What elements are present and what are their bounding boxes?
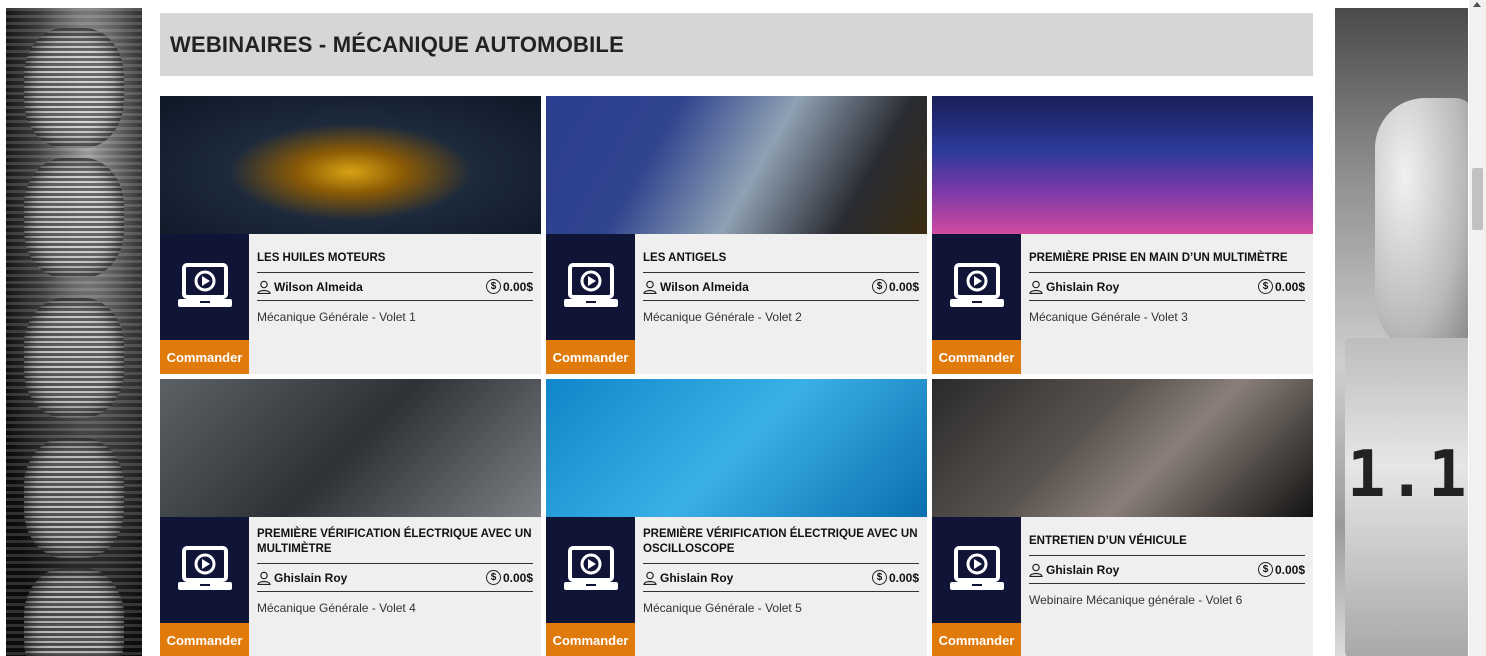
webinar-title[interactable]: LES ANTIGELS bbox=[643, 244, 919, 273]
video-laptop-icon bbox=[932, 517, 1021, 623]
commander-button[interactable]: Commander bbox=[932, 623, 1021, 656]
webinar-card[interactable]: Commander ENTRETIEN D’UN VÉHICULE Ghisla… bbox=[932, 379, 1313, 656]
webinar-card[interactable]: Commander LES HUILES MOTEURS Wilson Alme… bbox=[160, 96, 541, 374]
webinar-title[interactable]: LES HUILES MOTEURS bbox=[257, 244, 533, 273]
dollar-coin-icon: $ bbox=[1257, 279, 1273, 294]
commander-button[interactable]: Commander bbox=[160, 340, 249, 374]
webinar-author: Ghislain Roy bbox=[1029, 563, 1119, 577]
belt-ring-decor bbox=[24, 158, 124, 278]
webinar-author: Ghislain Roy bbox=[257, 571, 347, 585]
webinar-title[interactable]: ENTRETIEN D’UN VÉHICULE bbox=[1029, 527, 1305, 556]
webinar-author: Wilson Almeida bbox=[257, 280, 363, 294]
user-icon bbox=[643, 280, 657, 294]
engine-oil-image[interactable] bbox=[160, 96, 541, 234]
section-header: WEBINAIRES - MÉCANIQUE AUTOMOBILE bbox=[160, 13, 1313, 76]
webinar-title[interactable]: PREMIÈRE VÉRIFICATION ÉLECTRIQUE AVEC UN… bbox=[257, 527, 533, 564]
user-icon bbox=[1029, 280, 1043, 294]
user-icon bbox=[257, 571, 271, 585]
webinar-card[interactable]: Commander LES ANTIGELS Wilson Almeida $ … bbox=[546, 96, 927, 374]
video-laptop-icon bbox=[932, 234, 1021, 340]
user-icon bbox=[257, 280, 271, 294]
dollar-coin-icon: $ bbox=[485, 279, 501, 294]
video-laptop-icon bbox=[546, 234, 635, 340]
webinar-price: $ 0.00$ bbox=[871, 570, 919, 585]
dollar-coin-icon: $ bbox=[871, 279, 887, 294]
webinar-category: Mécanique Générale - Volet 5 bbox=[643, 601, 802, 615]
glove-decor bbox=[1375, 98, 1468, 358]
webinar-category: Mécanique Générale - Volet 2 bbox=[643, 310, 802, 324]
scrollbar-thumb[interactable] bbox=[1472, 168, 1483, 230]
webinar-title[interactable]: PREMIÈRE VÉRIFICATION ÉLECTRIQUE AVEC UN… bbox=[643, 527, 919, 564]
webinar-card[interactable]: Commander PREMIÈRE VÉRIFICATION ÉLECTRIQ… bbox=[546, 379, 927, 656]
webinar-price: $ 0.00$ bbox=[485, 570, 533, 585]
commander-button[interactable]: Commander bbox=[160, 623, 249, 656]
webinar-title[interactable]: PREMIÈRE PRISE EN MAIN D’UN MULTIMÈTRE bbox=[1029, 244, 1305, 273]
electrical-check-image[interactable] bbox=[160, 379, 541, 517]
video-laptop-icon bbox=[160, 517, 249, 623]
webinar-category: Mécanique Générale - Volet 3 bbox=[1029, 310, 1188, 324]
left-decorative-image bbox=[6, 8, 142, 656]
webinar-category: Webinaire Mécanique générale - Volet 6 bbox=[1029, 593, 1243, 607]
webinar-grid: Commander LES HUILES MOTEURS Wilson Alme… bbox=[160, 96, 1313, 656]
webinar-price: $ 0.00$ bbox=[1257, 279, 1305, 294]
webinar-price: $ 0.00$ bbox=[1257, 562, 1305, 577]
webinar-author: Ghislain Roy bbox=[1029, 280, 1119, 294]
webinar-category: Mécanique Générale - Volet 4 bbox=[257, 601, 416, 615]
user-icon bbox=[643, 571, 657, 585]
belt-ring-decor bbox=[24, 28, 124, 148]
right-decorative-image: 1.10 bbox=[1335, 8, 1468, 656]
video-laptop-icon bbox=[160, 234, 249, 340]
main-content: WEBINAIRES - MÉCANIQUE AUTOMOBILE Comman… bbox=[160, 13, 1313, 656]
video-laptop-icon bbox=[546, 517, 635, 623]
commander-button[interactable]: Commander bbox=[546, 340, 635, 374]
commander-button[interactable]: Commander bbox=[932, 340, 1021, 374]
section-title: WEBINAIRES - MÉCANIQUE AUTOMOBILE bbox=[170, 31, 624, 57]
antifreeze-image[interactable] bbox=[546, 96, 927, 234]
belt-ring-decor bbox=[24, 568, 124, 656]
webinar-card[interactable]: Commander PREMIÈRE VÉRIFICATION ÉLECTRIQ… bbox=[160, 379, 541, 656]
dollar-coin-icon: $ bbox=[1257, 562, 1273, 577]
meter-reading: 1.10 bbox=[1347, 438, 1468, 512]
commander-button[interactable]: Commander bbox=[546, 623, 635, 656]
dollar-coin-icon: $ bbox=[485, 570, 501, 585]
webinar-category: Mécanique Générale - Volet 1 bbox=[257, 310, 416, 324]
vehicle-maintenance-image[interactable] bbox=[932, 379, 1313, 517]
page-scrollbar[interactable] bbox=[1469, 0, 1486, 656]
belt-ring-decor bbox=[24, 298, 124, 418]
webinar-price: $ 0.00$ bbox=[871, 279, 919, 294]
belt-ring-decor bbox=[24, 438, 124, 558]
webinar-author: Wilson Almeida bbox=[643, 280, 749, 294]
oscilloscope-image[interactable] bbox=[546, 379, 927, 517]
multimeters-image[interactable] bbox=[932, 96, 1313, 234]
user-icon bbox=[1029, 563, 1043, 577]
scroll-up-arrow-icon[interactable] bbox=[1473, 2, 1481, 7]
webinar-price: $ 0.00$ bbox=[485, 279, 533, 294]
dollar-coin-icon: $ bbox=[871, 570, 887, 585]
webinar-card[interactable]: Commander PREMIÈRE PRISE EN MAIN D’UN MU… bbox=[932, 96, 1313, 374]
webinar-author: Ghislain Roy bbox=[643, 571, 733, 585]
